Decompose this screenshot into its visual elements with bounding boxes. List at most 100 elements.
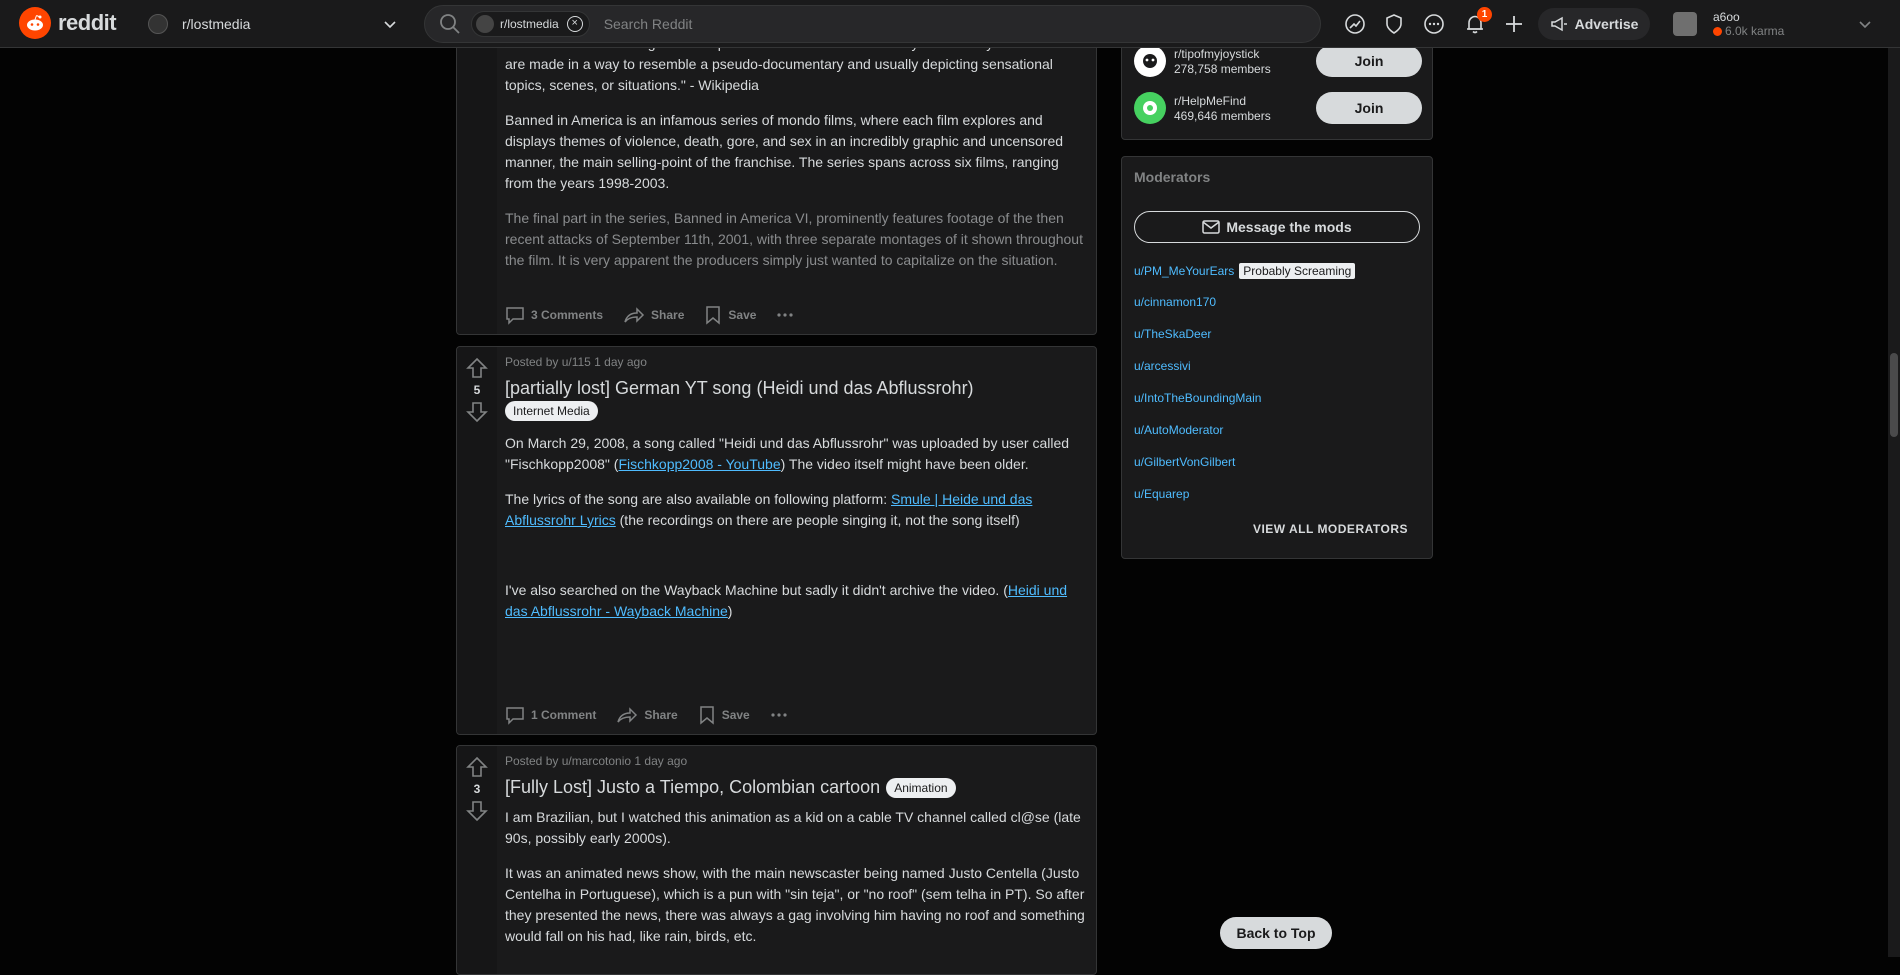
advertise-label: Advertise bbox=[1574, 16, 1639, 32]
community-name[interactable]: r/tipofmyjoystick bbox=[1174, 47, 1271, 61]
join-button[interactable]: Join bbox=[1316, 92, 1422, 124]
more-icon bbox=[777, 313, 794, 317]
youtube-link[interactable]: Fischkopp2008 - YouTube bbox=[618, 456, 780, 472]
moderator-link[interactable]: u/cinnamon170 bbox=[1134, 295, 1216, 309]
notification-bell-icon[interactable]: 1 bbox=[1463, 7, 1492, 36]
community-dropdown[interactable]: r/lostmedia bbox=[140, 8, 406, 40]
more-options-button[interactable] bbox=[776, 312, 800, 318]
search-icon bbox=[440, 14, 460, 34]
username: a6oo bbox=[1713, 10, 1740, 24]
moderator-flair: Probably Screaming bbox=[1239, 263, 1356, 279]
share-label: Share bbox=[651, 308, 685, 322]
moderator-link[interactable]: u/TheSkaDeer bbox=[1134, 327, 1211, 341]
save-label: Save bbox=[728, 308, 757, 322]
save-label: Save bbox=[721, 708, 750, 722]
community-avatar bbox=[148, 14, 168, 34]
search-bar[interactable]: r/lostmedia × bbox=[424, 5, 1321, 43]
comments-button[interactable]: 3 Comments bbox=[505, 305, 603, 325]
post-card[interactable]: 3 Posted by u/marcotonio 1 day ago [Full… bbox=[456, 745, 1097, 975]
post-card[interactable]: "Mondo films are a subgenre of exploitat… bbox=[456, 22, 1097, 335]
upvote-icon[interactable] bbox=[466, 756, 488, 778]
post-body-text: ) bbox=[727, 603, 733, 619]
vote-column: 5 bbox=[457, 347, 497, 734]
scrollbar-thumb[interactable] bbox=[1890, 353, 1898, 437]
moderator-link[interactable]: u/AutoModerator bbox=[1134, 423, 1223, 437]
vote-count: 3 bbox=[473, 782, 481, 796]
join-button[interactable]: Join bbox=[1316, 45, 1422, 77]
message-mods-button[interactable]: Message the mods bbox=[1134, 211, 1420, 243]
bookmark-icon bbox=[706, 306, 721, 325]
moderator-link[interactable]: u/IntoTheBoundingMain bbox=[1134, 391, 1261, 405]
chevron-down-icon bbox=[1859, 21, 1871, 29]
post-title[interactable]: [Fully Lost] Justo a Tiempo, Colombian c… bbox=[505, 777, 880, 797]
post-body-paragraph: Banned in America is an infamous series … bbox=[505, 112, 1064, 191]
moderator-link[interactable]: u/Equarep bbox=[1134, 487, 1189, 501]
community-members: 469,646 members bbox=[1174, 108, 1271, 123]
comment-icon bbox=[506, 707, 524, 725]
more-options-button[interactable] bbox=[770, 712, 794, 718]
comments-label: 3 Comments bbox=[531, 308, 604, 322]
comments-label: 1 Comment bbox=[531, 708, 597, 722]
more-icon bbox=[771, 713, 787, 717]
karma-count: 6.0k karma bbox=[1713, 24, 1784, 38]
notification-badge: 1 bbox=[1477, 7, 1492, 22]
reddit-wordmark: reddit bbox=[58, 10, 117, 35]
reddit-logo[interactable]: reddit bbox=[19, 7, 117, 39]
page-scrollbar[interactable] bbox=[1888, 48, 1900, 957]
moderator-link[interactable]: u/GilbertVonGilbert bbox=[1134, 455, 1235, 469]
moderator-link[interactable]: u/arcessivi bbox=[1134, 359, 1191, 373]
community-members: 278,758 members bbox=[1174, 61, 1271, 76]
back-to-top-button[interactable]: Back to Top bbox=[1220, 917, 1332, 949]
upvote-icon[interactable] bbox=[466, 357, 488, 379]
vote-column: 3 bbox=[457, 746, 497, 974]
post-body-text: The lyrics of the song are also availabl… bbox=[505, 491, 891, 507]
create-post-plus-icon[interactable] bbox=[1502, 12, 1526, 36]
chip-label: r/lostmedia bbox=[500, 17, 559, 31]
save-button[interactable]: Save bbox=[704, 305, 756, 325]
post-flair[interactable]: Animation bbox=[886, 778, 956, 799]
comments-button[interactable]: 1 Comment bbox=[505, 705, 596, 725]
community-dropdown-label: r/lostmedia bbox=[182, 16, 251, 32]
share-button[interactable]: Share bbox=[623, 305, 684, 325]
advertise-button[interactable]: Advertise bbox=[1538, 8, 1650, 40]
save-button[interactable]: Save bbox=[698, 705, 750, 725]
share-button[interactable]: Share bbox=[616, 705, 678, 725]
post-title[interactable]: [partially lost] German YT song (Heidi u… bbox=[505, 377, 1088, 399]
avatar bbox=[1673, 12, 1697, 36]
karma-label: 6.0k karma bbox=[1725, 24, 1785, 38]
moderators-card: Moderators Message the mods u/PM_MeYourE… bbox=[1121, 156, 1433, 559]
shield-icon[interactable] bbox=[1382, 12, 1406, 36]
message-mods-label: Message the mods bbox=[1226, 219, 1352, 235]
post-meta: Posted by u/115 1 day ago bbox=[505, 355, 647, 369]
moderator-row: u/PM_MeYourEars Probably Screaming bbox=[1134, 263, 1356, 279]
moderator-link[interactable]: u/PM_MeYourEars bbox=[1134, 264, 1234, 278]
chip-avatar bbox=[476, 15, 494, 33]
popular-icon[interactable] bbox=[1343, 12, 1367, 36]
post-flair[interactable]: Internet Media bbox=[505, 401, 598, 421]
megaphone-icon bbox=[1550, 16, 1567, 32]
reddit-alien-icon bbox=[19, 7, 51, 39]
vote-count: 5 bbox=[473, 383, 481, 397]
post-body-paragraph: The final part in the series, Banned in … bbox=[505, 210, 1083, 268]
share-icon bbox=[617, 707, 638, 723]
moderators-heading: Moderators bbox=[1134, 169, 1211, 185]
post-meta: Posted by u/marcotonio 1 day ago bbox=[505, 754, 688, 768]
karma-icon bbox=[1713, 26, 1722, 36]
search-input[interactable] bbox=[603, 16, 1320, 32]
user-menu[interactable]: a6oo 6.0k karma bbox=[1673, 6, 1873, 42]
post-body-text: ) The video itself might have been older… bbox=[780, 456, 1029, 472]
downvote-icon[interactable] bbox=[466, 800, 488, 822]
close-icon[interactable]: × bbox=[566, 16, 583, 32]
post-card[interactable]: 5 Posted by u/115 1 day ago [partially l… bbox=[456, 346, 1097, 735]
community-icon bbox=[1134, 45, 1166, 77]
community-row[interactable]: r/HelpMeFind 469,646 members Join bbox=[1134, 88, 1422, 128]
downvote-icon[interactable] bbox=[466, 401, 488, 423]
chat-icon[interactable] bbox=[1422, 12, 1446, 36]
community-name[interactable]: r/HelpMeFind bbox=[1174, 94, 1271, 108]
share-icon bbox=[624, 307, 645, 323]
chevron-down-icon bbox=[384, 21, 396, 29]
comment-icon bbox=[506, 307, 524, 325]
post-body-paragraph: It was an animated news show, with the m… bbox=[505, 865, 1085, 945]
view-all-moderators-button[interactable]: VIEW ALL MODERATORS bbox=[1253, 522, 1408, 536]
post-body-text: I've also searched on the Wayback Machin… bbox=[505, 582, 1008, 598]
